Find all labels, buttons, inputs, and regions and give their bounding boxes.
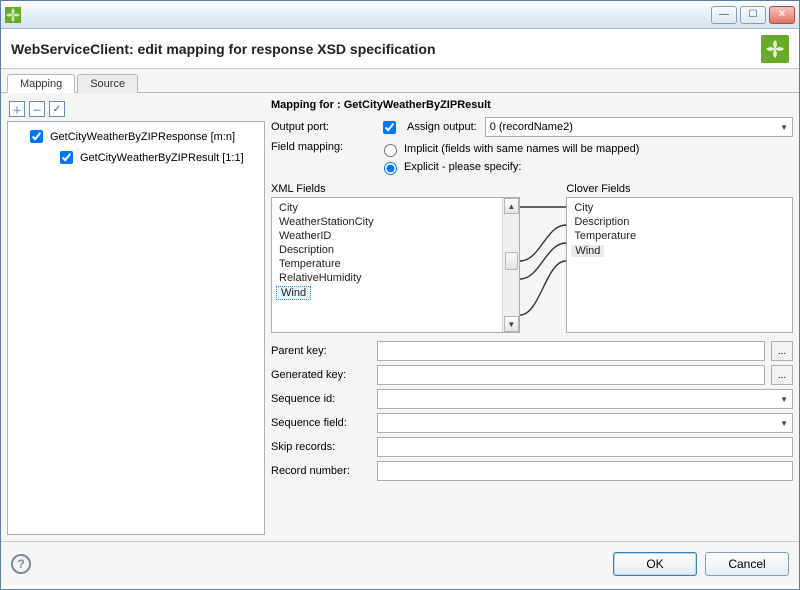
xml-fields-label: XML Fields — [271, 183, 520, 195]
tree-item-checkbox[interactable] — [30, 130, 43, 143]
ok-label: OK — [646, 557, 663, 571]
dialog-title: WebServiceClient: edit mapping for respo… — [11, 41, 436, 57]
list-item[interactable]: RelativeHumidity — [276, 271, 498, 285]
field-mapping-label: Field mapping: — [271, 141, 371, 153]
tree-item-checkbox[interactable] — [60, 151, 73, 164]
dialog-header: WebServiceClient: edit mapping for respo… — [1, 29, 799, 69]
record-number-row: Record number: — [271, 461, 793, 481]
record-number-label: Record number: — [271, 465, 371, 477]
tree-item-label: GetCityWeatherByZIPResult [1:1] — [80, 152, 244, 164]
tab-label: Mapping — [20, 78, 62, 90]
cancel-button[interactable]: Cancel — [705, 552, 789, 576]
tab-source[interactable]: Source — [77, 74, 138, 93]
app-icon — [5, 7, 21, 23]
scrollbar[interactable]: ▲ ▼ — [502, 198, 519, 332]
sequence-field-label: Sequence field: — [271, 417, 371, 429]
help-icon[interactable]: ? — [11, 554, 31, 574]
mapping-pane: Mapping for : GetCityWeatherByZIPResult … — [271, 99, 793, 535]
assign-output-label: Assign output: — [407, 121, 477, 133]
tree-item[interactable]: GetCityWeatherByZIPResponse [m:n] — [10, 126, 262, 147]
clover-fields-column: Clover Fields City Description Temperatu… — [566, 183, 793, 333]
list-item[interactable]: WeatherStationCity — [276, 215, 498, 229]
chevron-down-icon: ▼ — [780, 395, 788, 404]
ok-button[interactable]: OK — [613, 552, 697, 576]
collapse-all-button[interactable]: － — [29, 101, 45, 117]
parent-key-label: Parent key: — [271, 345, 371, 357]
list-item[interactable]: City — [571, 201, 788, 215]
radio-implicit-input[interactable] — [384, 144, 397, 157]
main-area: ＋ － ✓ GetCityWeatherByZIPResponse [m:n] … — [1, 93, 799, 541]
tree-pane: ＋ － ✓ GetCityWeatherByZIPResponse [m:n] … — [7, 99, 265, 535]
tab-label: Source — [90, 78, 125, 90]
skip-records-input[interactable] — [377, 437, 793, 457]
brand-logo-icon — [761, 35, 789, 63]
sequence-id-row: Sequence id: ▼ — [271, 389, 793, 409]
check-all-button[interactable]: ✓ — [49, 101, 65, 117]
fields-mapping-area: XML Fields City WeatherStationCity Weath… — [271, 183, 793, 333]
scroll-thumb[interactable] — [505, 252, 518, 270]
dialog-footer: ? OK Cancel — [1, 541, 799, 585]
parent-key-browse-button[interactable]: ... — [771, 341, 793, 361]
list-item[interactable]: Description — [571, 215, 788, 229]
xml-fields-column: XML Fields City WeatherStationCity Weath… — [271, 183, 520, 333]
radio-implicit[interactable]: Implicit (fields with same names will be… — [379, 141, 639, 157]
list-item[interactable]: Temperature — [571, 229, 788, 243]
chevron-down-icon: ▼ — [780, 123, 788, 132]
ellipsis-icon: ... — [778, 346, 786, 357]
generated-key-row: Generated key: ... — [271, 365, 793, 385]
clover-fields-list[interactable]: City Description Temperature Wind — [566, 197, 793, 333]
parent-key-row: Parent key: ... — [271, 341, 793, 361]
skip-records-row: Skip records: — [271, 437, 793, 457]
generated-key-label: Generated key: — [271, 369, 371, 381]
output-port-row: Output port: Assign output: 0 (recordNam… — [271, 117, 793, 137]
sequence-id-combo[interactable]: ▼ — [377, 389, 793, 409]
sequence-field-combo[interactable]: ▼ — [377, 413, 793, 433]
list-item[interactable]: WeatherID — [276, 229, 498, 243]
radio-explicit-label: Explicit - please specify: — [404, 161, 521, 173]
field-mapping-row: Field mapping: Implicit (fields with sam… — [271, 141, 793, 175]
titlebar: — ☐ ✕ — [1, 1, 799, 29]
list-item-selected[interactable]: Wind — [571, 245, 604, 257]
generated-key-browse-button[interactable]: ... — [771, 365, 793, 385]
expand-all-button[interactable]: ＋ — [9, 101, 25, 117]
ellipsis-icon: ... — [778, 370, 786, 381]
assign-output-checkbox[interactable] — [383, 121, 396, 134]
tabstrip: Mapping Source — [1, 69, 799, 93]
output-port-value: 0 (recordName2) — [490, 121, 573, 133]
generated-key-input[interactable] — [377, 365, 765, 385]
skip-records-label: Skip records: — [271, 441, 371, 453]
xml-fields-list[interactable]: City WeatherStationCity WeatherID Descri… — [271, 197, 520, 333]
mapping-lines — [520, 199, 566, 333]
output-port-combo[interactable]: 0 (recordName2) ▼ — [485, 117, 793, 137]
sequence-id-label: Sequence id: — [271, 393, 371, 405]
scroll-down-icon[interactable]: ▼ — [504, 316, 519, 332]
chevron-down-icon: ▼ — [780, 419, 788, 428]
scroll-up-icon[interactable]: ▲ — [504, 198, 519, 214]
list-item[interactable]: Description — [276, 243, 498, 257]
sequence-field-row: Sequence field: ▼ — [271, 413, 793, 433]
list-item[interactable]: Temperature — [276, 257, 498, 271]
clover-fields-label: Clover Fields — [566, 183, 793, 195]
window-controls: — ☐ ✕ — [711, 6, 795, 24]
minimize-button[interactable]: — — [711, 6, 737, 24]
tab-mapping[interactable]: Mapping — [7, 74, 75, 93]
radio-implicit-label: Implicit (fields with same names will be… — [404, 143, 639, 155]
radio-explicit[interactable]: Explicit - please specify: — [379, 159, 639, 175]
cancel-label: Cancel — [728, 557, 765, 571]
list-item-selected[interactable]: Wind — [276, 286, 311, 300]
close-button[interactable]: ✕ — [769, 6, 795, 24]
record-number-input[interactable] — [377, 461, 793, 481]
maximize-button[interactable]: ☐ — [740, 6, 766, 24]
tree-item[interactable]: GetCityWeatherByZIPResult [1:1] — [10, 147, 262, 168]
mapping-heading: Mapping for : GetCityWeatherByZIPResult — [271, 99, 793, 111]
output-port-label: Output port: — [271, 121, 371, 133]
tree-toolbar: ＋ － ✓ — [7, 99, 265, 121]
radio-explicit-input[interactable] — [384, 162, 397, 175]
element-tree[interactable]: GetCityWeatherByZIPResponse [m:n] GetCit… — [7, 121, 265, 535]
parent-key-input[interactable] — [377, 341, 765, 361]
tree-item-label: GetCityWeatherByZIPResponse [m:n] — [50, 131, 235, 143]
list-item[interactable]: City — [276, 201, 498, 215]
